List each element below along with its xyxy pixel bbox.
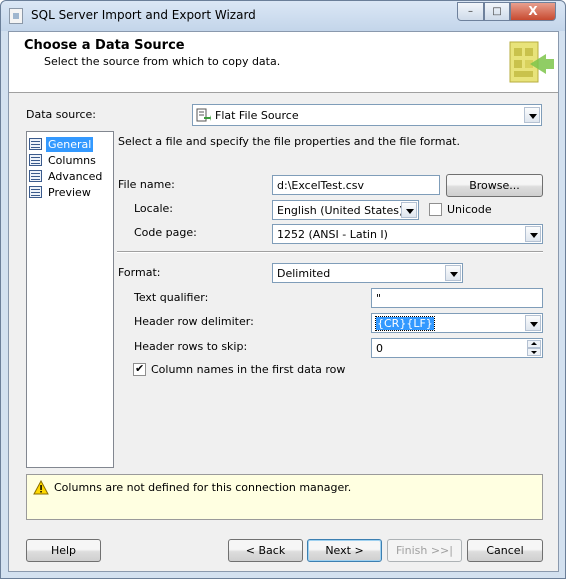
spin-up-icon[interactable] <box>527 340 541 348</box>
code-page-value: 1252 (ANSI - Latin I) <box>277 228 388 241</box>
message-text: Columns are not defined for this connect… <box>54 481 352 494</box>
header-rows-skip-value: 0 <box>376 342 383 355</box>
file-name-input[interactable]: d:\ExcelTest.csv <box>272 175 440 195</box>
chevron-down-icon[interactable] <box>445 265 461 281</box>
header-row-delimiter-dropdown[interactable]: {CR}{LF} <box>371 313 543 333</box>
format-value: Delimited <box>277 267 331 280</box>
section-divider <box>117 251 543 253</box>
text-qualifier-input[interactable]: " <box>371 288 543 308</box>
column-names-checkbox[interactable]: ✔ <box>133 362 146 376</box>
file-name-value: d:\ExcelTest.csv <box>277 179 364 192</box>
header-rows-skip-stepper[interactable]: 0 <box>371 338 543 358</box>
data-source-value: Flat File Source <box>215 109 299 122</box>
spin-down-icon[interactable] <box>527 348 541 356</box>
message-panel: Columns are not defined for this connect… <box>26 474 543 520</box>
wizard-window: SQL Server Import and Export Wizard – □ … <box>0 0 566 579</box>
file-name-label: File name: <box>118 178 175 191</box>
format-label: Format: <box>118 266 161 279</box>
chevron-down-icon[interactable] <box>525 226 541 242</box>
next-button[interactable]: Next > <box>307 539 382 562</box>
data-source-dropdown[interactable]: Flat File Source <box>192 104 542 126</box>
finish-button[interactable]: Finish >>| <box>387 539 462 562</box>
column-names-label: Column names in the first data row <box>151 363 346 376</box>
nav-item-general[interactable]: General <box>29 137 111 152</box>
nav-item-label: Columns <box>48 154 96 167</box>
spinner-control[interactable] <box>527 340 541 356</box>
page-title: Choose a Data Source <box>24 38 185 53</box>
wizard-graphic-icon <box>509 41 554 83</box>
text-qualifier-value: " <box>376 292 382 305</box>
locale-label: Locale: <box>134 202 173 215</box>
chevron-down-icon[interactable] <box>401 202 417 218</box>
title-bar[interactable]: SQL Server Import and Export Wizard – □ … <box>1 1 565 31</box>
browse-button[interactable]: Browse... <box>446 174 543 197</box>
back-button[interactable]: < Back <box>228 539 303 562</box>
nav-item-label: Preview <box>48 186 91 199</box>
options-nav[interactable]: General Columns Advanced Preview <box>26 131 114 468</box>
nav-item-label: Advanced <box>48 170 103 183</box>
chevron-down-icon[interactable] <box>524 107 540 123</box>
help-button[interactable]: Help <box>26 539 101 562</box>
locale-value: English (United States) <box>277 204 404 217</box>
header-rows-skip-label: Header rows to skip: <box>134 340 248 353</box>
page-header: Choose a Data Source Select the source f… <box>9 32 558 93</box>
nav-item-advanced[interactable]: Advanced <box>29 169 111 184</box>
nav-item-label: General <box>46 137 94 152</box>
nav-item-preview[interactable]: Preview <box>29 185 111 200</box>
unicode-checkbox[interactable] <box>429 203 442 216</box>
minimize-button[interactable]: – <box>457 2 484 21</box>
client-area: Choose a Data Source Select the source f… <box>8 31 559 572</box>
header-row-delimiter-value: {CR}{LF} <box>375 316 435 331</box>
text-qualifier-label: Text qualifier: <box>134 291 209 304</box>
page-subtitle: Select the source from which to copy dat… <box>44 55 281 68</box>
nav-item-columns[interactable]: Columns <box>29 153 111 168</box>
code-page-dropdown[interactable]: 1252 (ANSI - Latin I) <box>272 224 543 244</box>
checkmark-icon: ✔ <box>135 362 145 375</box>
header-row-delimiter-label: Header row delimiter: <box>134 315 254 328</box>
general-page-icon <box>29 138 42 150</box>
maximize-button[interactable]: □ <box>484 2 510 21</box>
unicode-label: Unicode <box>447 203 492 216</box>
general-intro-text: Select a file and specify the file prope… <box>118 135 460 148</box>
warning-icon <box>33 480 49 495</box>
window-title: SQL Server Import and Export Wizard <box>31 8 256 22</box>
columns-page-icon <box>29 154 42 166</box>
code-page-label: Code page: <box>134 226 197 239</box>
preview-page-icon <box>29 186 42 198</box>
data-source-label: Data source: <box>26 108 96 121</box>
advanced-page-icon <box>29 170 42 182</box>
format-dropdown[interactable]: Delimited <box>272 263 463 283</box>
locale-dropdown[interactable]: English (United States) <box>272 200 419 220</box>
close-button[interactable]: X <box>510 2 556 21</box>
app-icon <box>9 8 23 24</box>
chevron-down-icon[interactable] <box>525 315 541 331</box>
cancel-button[interactable]: Cancel <box>467 539 543 562</box>
flat-file-source-icon <box>196 108 211 122</box>
